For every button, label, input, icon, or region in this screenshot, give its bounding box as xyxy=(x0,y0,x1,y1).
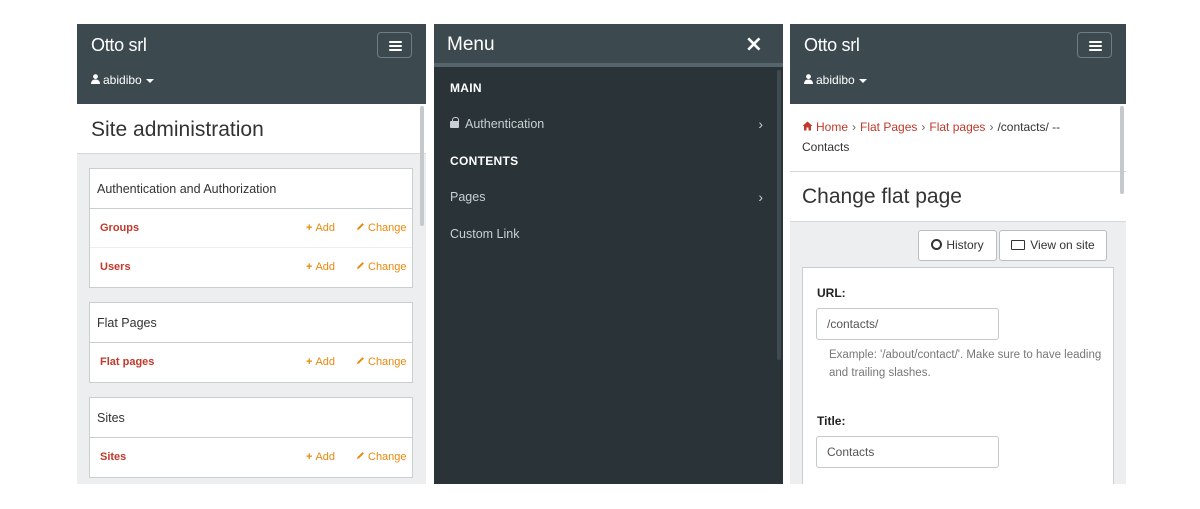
breadcrumb: Home › Flat Pages › Flat pages ›/contacts/ --… xyxy=(790,104,1126,172)
page-header: Site administration xyxy=(77,104,426,154)
monitor-icon xyxy=(1011,240,1026,250)
breadcrumb-flat-pages[interactable]: Flat pages xyxy=(929,120,985,134)
close-icon[interactable]: × xyxy=(745,32,763,57)
view-on-site-button[interactable]: View on site xyxy=(999,230,1107,261)
chevron-right-icon: › xyxy=(758,116,763,132)
breadcrumb-current: /contacts/ -- xyxy=(997,120,1061,134)
page-title: Change flat page xyxy=(802,185,962,208)
module-flatpages: Flat Pages Flat pages + Add Change xyxy=(89,302,413,383)
change-flat-pages-link[interactable]: Change xyxy=(356,356,407,368)
add-groups-link[interactable]: + Add xyxy=(306,222,335,234)
brand-title[interactable]: Otto srl xyxy=(91,35,147,56)
model-link-users[interactable]: Users xyxy=(100,261,131,273)
menu-header: Menu × xyxy=(434,24,783,67)
user-name: abidibo xyxy=(103,73,142,87)
title-label: Title: xyxy=(817,414,846,428)
menu-item-pages[interactable]: Pages › xyxy=(450,189,767,205)
top-navbar: Otto srl abidibo xyxy=(790,24,1126,104)
pencil-icon xyxy=(356,356,365,368)
add-sites-link[interactable]: + Add xyxy=(306,451,335,463)
add-flat-pages-link[interactable]: + Add xyxy=(306,356,335,368)
change-flatpage-panel: Otto srl abidibo Home › Flat Pages › Flat pa… xyxy=(790,24,1126,484)
plus-icon: + xyxy=(306,261,313,273)
add-users-link[interactable]: + Add xyxy=(306,261,335,273)
chevron-right-icon: › xyxy=(758,189,763,205)
pencil-icon xyxy=(356,451,365,463)
url-label: URL: xyxy=(817,286,846,300)
plus-icon: + xyxy=(306,222,313,234)
brand-title[interactable]: Otto srl xyxy=(804,35,860,56)
model-link-sites[interactable]: Sites xyxy=(100,451,126,463)
clock-icon xyxy=(931,239,943,250)
menu-section-main: MAIN xyxy=(450,81,482,95)
module-auth: Authentication and Authorization Groups … xyxy=(89,168,413,288)
table-row: Sites + Add Change xyxy=(90,438,412,477)
change-sites-link[interactable]: Change xyxy=(356,451,407,463)
menu-section-contents: CONTENTS xyxy=(450,154,519,168)
change-groups-link[interactable]: Change xyxy=(356,222,407,234)
scrollbar[interactable] xyxy=(1120,106,1124,194)
menu-title: Menu xyxy=(447,34,495,55)
title-input[interactable]: Contacts xyxy=(816,436,999,468)
top-navbar: Otto srl abidibo xyxy=(77,24,426,104)
caret-down-icon xyxy=(145,78,154,83)
pencil-icon xyxy=(356,261,365,273)
lock-icon xyxy=(450,117,459,129)
scrollbar[interactable] xyxy=(420,106,424,226)
breadcrumb-home[interactable]: Home xyxy=(816,120,848,134)
page-title: Site administration xyxy=(91,118,264,141)
module-sites: Sites Sites + Add Change xyxy=(89,397,413,478)
scrollbar[interactable] xyxy=(777,70,781,360)
module-header[interactable]: Sites xyxy=(90,398,412,438)
caret-down-icon xyxy=(858,78,867,83)
menu-item-authentication[interactable]: Authentication › xyxy=(450,116,767,132)
url-help-text: Example: '/about/contact/'. Make sure to… xyxy=(829,349,1102,379)
module-header[interactable]: Flat Pages xyxy=(90,303,412,343)
hamburger-menu-button[interactable] xyxy=(377,32,412,58)
user-icon xyxy=(91,73,100,87)
breadcrumb-flat-pages-app[interactable]: Flat Pages xyxy=(860,120,917,134)
plus-icon: + xyxy=(306,451,313,463)
table-row: Flat pages + Add Change xyxy=(90,343,412,382)
user-menu[interactable]: abidibo xyxy=(804,73,867,87)
breadcrumb-current-cont: Contacts xyxy=(802,140,850,154)
model-link-flat-pages[interactable]: Flat pages xyxy=(100,356,154,368)
change-users-link[interactable]: Change xyxy=(356,261,407,273)
pencil-icon xyxy=(356,222,365,234)
site-admin-panel: Otto srl abidibo Site administration Aut… xyxy=(77,24,426,484)
page-header: Change flat page xyxy=(790,172,1126,222)
hamburger-menu-button[interactable] xyxy=(1077,32,1112,58)
home-icon xyxy=(802,120,813,134)
url-input[interactable]: /contacts/ xyxy=(816,308,999,340)
table-row: Groups + Add Change xyxy=(90,209,412,248)
user-name: abidibo xyxy=(816,73,855,87)
menu-panel: Menu × MAIN Authentication › CONTENTS Pa… xyxy=(434,24,783,484)
history-button[interactable]: History xyxy=(918,230,997,261)
model-link-groups[interactable]: Groups xyxy=(100,222,139,234)
module-header[interactable]: Authentication and Authorization xyxy=(90,169,412,209)
plus-icon: + xyxy=(306,356,313,368)
menu-item-custom-link[interactable]: Custom Link xyxy=(450,227,767,241)
table-row: Users + Add Change xyxy=(90,248,412,287)
flatpage-form: URL: /contacts/ Example: '/about/contact… xyxy=(802,267,1114,484)
user-icon xyxy=(804,73,813,87)
user-menu[interactable]: abidibo xyxy=(91,73,154,87)
